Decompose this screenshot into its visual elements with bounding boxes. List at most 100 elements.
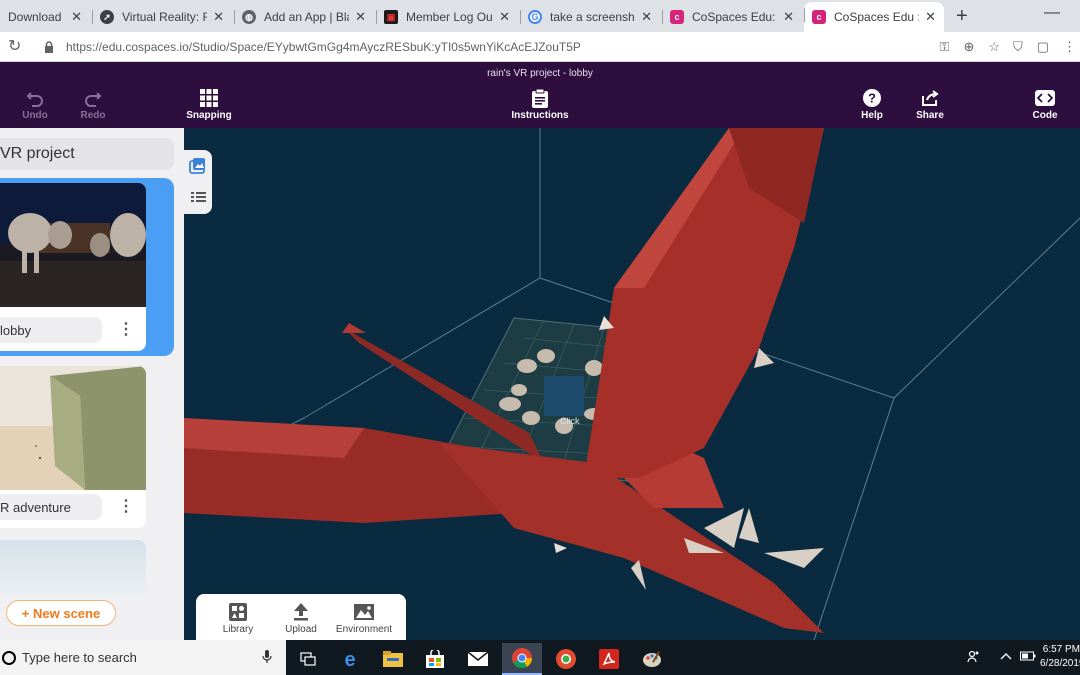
scene-panel: VR project lobby ⋮ R adventure ⋮ + New s… <box>0 128 184 640</box>
browser-toolbar: ↻ https://edu.cospaces.io/Studio/Space/E… <box>0 32 1080 62</box>
google-icon: G <box>528 10 542 24</box>
instructions-button[interactable]: Instructions <box>505 88 575 121</box>
file-explorer-icon[interactable] <box>373 643 413 675</box>
paint-icon[interactable] <box>632 643 672 675</box>
help-label: Help <box>861 110 883 121</box>
library-button[interactable]: Library <box>206 602 270 635</box>
scene-viewport[interactable]: Click <box>184 128 1080 640</box>
close-icon[interactable]: ✕ <box>71 9 82 25</box>
scene-card-adventure[interactable]: R adventure ⋮ <box>0 366 146 528</box>
share-label: Share <box>916 110 944 121</box>
task-view-icon[interactable] <box>288 643 328 675</box>
close-icon[interactable]: ✕ <box>783 9 794 25</box>
taskbar-search-box[interactable]: Type here to search <box>0 640 286 675</box>
library-icon <box>229 602 247 622</box>
key-icon[interactable]: ⚿ <box>940 39 950 55</box>
environment-icon <box>354 602 374 622</box>
scene-name[interactable]: R adventure <box>0 494 102 520</box>
clock-time: 6:57 PM <box>1042 644 1080 655</box>
redo-label: Redo <box>80 110 106 121</box>
scenes-view-icon[interactable] <box>189 158 205 174</box>
store-icon[interactable] <box>415 643 455 675</box>
microphone-icon[interactable] <box>262 650 272 667</box>
tab-title: CoSpaces Edu :: ra <box>834 10 919 24</box>
browser-tab-strip: Download from ✕ ➚ Virtual Reality: Fin ✕… <box>0 0 1080 32</box>
close-icon[interactable]: ✕ <box>213 9 224 25</box>
new-tab-plus-icon[interactable]: + <box>956 5 968 28</box>
share-button[interactable]: Share <box>900 88 960 121</box>
new-scene-button[interactable]: + New scene <box>6 600 116 626</box>
browser-tab[interactable]: ➚ Virtual Reality: Fin ✕ <box>92 4 232 30</box>
code-label: Code <box>1032 110 1058 121</box>
extension-icons: ⛉ ▢ ⋮ <box>1013 39 1076 55</box>
tab-title: take a screenshot <box>550 10 635 24</box>
browser-tab[interactable]: Download from ✕ <box>0 4 90 30</box>
grid-icon <box>200 88 218 108</box>
close-icon[interactable]: ✕ <box>641 9 652 25</box>
code-icon <box>1035 88 1055 108</box>
project-name-heading[interactable]: VR project <box>0 138 174 170</box>
search-placeholder: Type here to search <box>22 650 137 665</box>
cospaces-icon: c <box>670 10 684 24</box>
browser-tab[interactable]: c CoSpaces Edu: Ma ✕ <box>662 4 802 30</box>
battery-icon[interactable] <box>1020 650 1036 664</box>
close-icon[interactable]: ✕ <box>499 9 510 25</box>
minimize-window-icon[interactable]: — <box>1044 4 1060 22</box>
mail-icon[interactable] <box>458 643 498 675</box>
close-icon[interactable]: ✕ <box>925 9 936 25</box>
more-options-icon[interactable]: ⋮ <box>118 319 134 339</box>
scene-card-third[interactable] <box>0 540 146 600</box>
screen: Download from ✕ ➚ Virtual Reality: Fin ✕… <box>0 0 1080 675</box>
clipboard-icon <box>532 88 548 108</box>
chevron-up-icon[interactable] <box>1000 650 1012 664</box>
reload-icon[interactable]: ↻ <box>8 36 21 56</box>
omnibox-actions: ⚿ ⊕ ☆ <box>940 39 1000 55</box>
redo-button[interactable]: Redo <box>63 88 123 121</box>
code-button[interactable]: Code <box>1015 88 1075 121</box>
browser-tab[interactable]: G take a screenshot ✕ <box>520 4 660 30</box>
scene-render: Click <box>184 128 1080 640</box>
people-icon[interactable] <box>967 650 981 667</box>
svg-text:?: ? <box>868 91 876 106</box>
help-icon: ? <box>863 88 881 108</box>
list-view-icon[interactable] <box>191 192 206 202</box>
help-button[interactable]: ? Help <box>842 88 902 121</box>
url-text: https://edu.cospaces.io/Studio/Space/EYy… <box>66 40 581 54</box>
undo-label: Undo <box>22 110 48 121</box>
scene-name[interactable]: lobby <box>0 317 102 343</box>
system-clock[interactable]: 6:57 PM 6/28/2019 <box>1040 643 1080 671</box>
extension-puzzle-icon[interactable]: ▢ <box>1037 39 1049 55</box>
edge-browser-icon[interactable]: e <box>330 643 370 675</box>
browser-menu-icon[interactable]: ⋮ <box>1063 39 1076 55</box>
building-model <box>544 376 584 416</box>
scene-card-lobby[interactable]: lobby ⋮ <box>0 183 146 351</box>
share-icon <box>921 88 939 108</box>
upload-button[interactable]: Upload <box>269 602 333 635</box>
undo-button[interactable]: Undo <box>5 88 65 121</box>
instructions-label: Instructions <box>511 110 569 121</box>
panel-view-tabs <box>184 150 212 214</box>
project-title: rain's VR project - lobby <box>487 68 593 79</box>
library-label: Library <box>222 624 254 635</box>
snapping-button[interactable]: Snapping <box>179 88 239 121</box>
search-icon <box>2 650 16 665</box>
more-options-icon[interactable]: ⋮ <box>118 496 134 516</box>
environment-button[interactable]: Environment <box>332 602 396 635</box>
globe-icon: ◍ <box>242 10 256 24</box>
tab-title: Download from <box>8 10 65 24</box>
address-bar[interactable]: https://edu.cospaces.io/Studio/Space/EYy… <box>34 35 1014 59</box>
redo-icon <box>84 88 102 108</box>
extension-shield-icon[interactable]: ⛉ <box>1013 39 1023 55</box>
browser-tab-active[interactable]: c CoSpaces Edu :: ra ✕ <box>804 2 944 32</box>
zoom-icon[interactable]: ⊕ <box>963 39 974 55</box>
bookmark-star-icon[interactable]: ☆ <box>988 39 1000 55</box>
acrobat-icon[interactable] <box>589 643 629 675</box>
chrome-canary-icon[interactable] <box>546 643 586 675</box>
tab-title: Member Log Out <box>406 10 494 24</box>
site-logo-icon: ▣ <box>384 10 398 24</box>
browser-tab[interactable]: ▣ Member Log Out ✕ <box>376 4 518 30</box>
close-icon[interactable]: ✕ <box>355 9 366 25</box>
browser-tab[interactable]: ◍ Add an App | Black ✕ <box>234 4 374 30</box>
upload-icon <box>293 602 309 622</box>
chrome-icon[interactable] <box>502 643 542 675</box>
